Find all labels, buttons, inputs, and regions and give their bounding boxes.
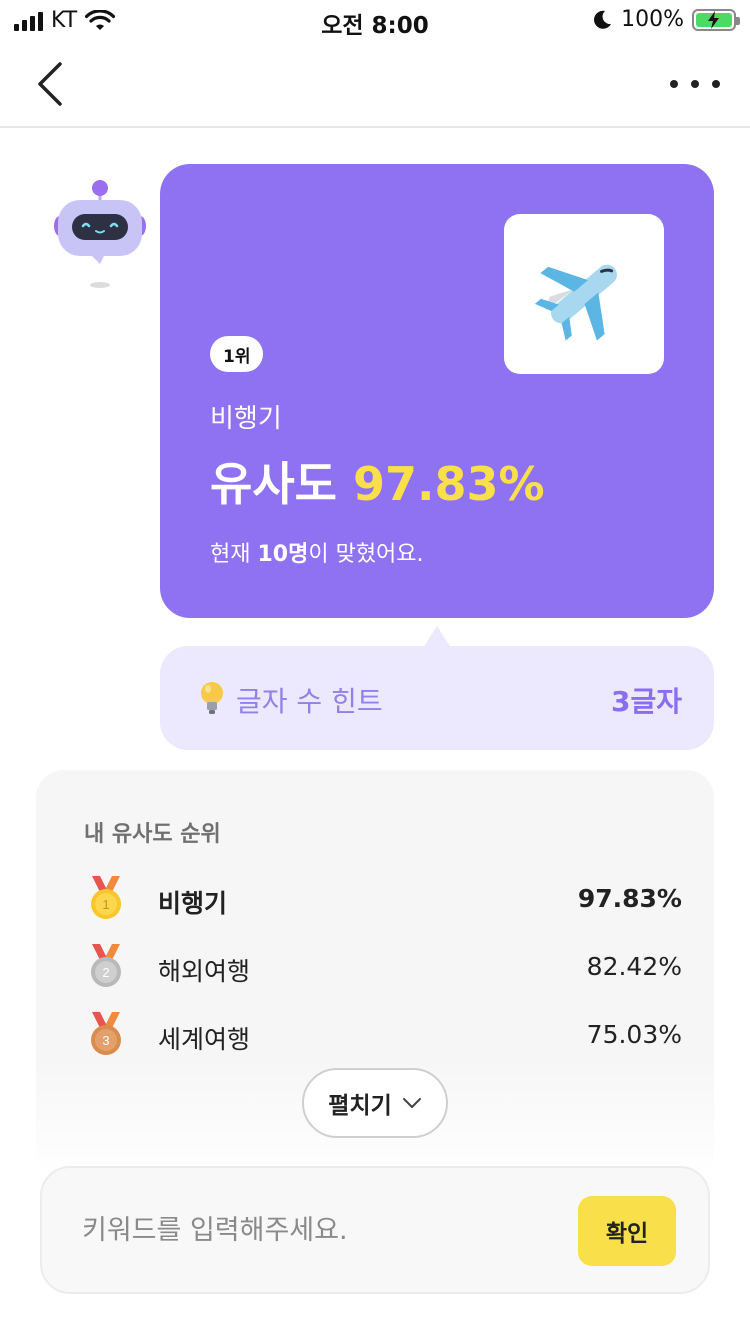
ranking-panel: 내 유사도 순위 1 비행기 97.83% 2 해외여행 82.42% 3 세계… bbox=[36, 770, 714, 1180]
answer-card: 1위 비행기 유사도 97.83% 현재 10명이 맞혔어요. bbox=[160, 164, 714, 618]
ranking-row: 2 해외여행 82.42% bbox=[84, 942, 682, 990]
robot-icon bbox=[54, 180, 146, 288]
status-bar: KT 오전 8:00 100% bbox=[0, 0, 750, 40]
svg-text:1: 1 bbox=[102, 897, 109, 912]
keyword-input[interactable] bbox=[82, 1202, 562, 1258]
status-right: 100% bbox=[591, 7, 740, 32]
nav-bar bbox=[0, 40, 750, 128]
silver-medal-icon: 2 bbox=[91, 944, 121, 987]
ranking-title: 내 유사도 순위 bbox=[84, 822, 221, 847]
airplane-icon bbox=[534, 264, 617, 341]
answer-word: 비행기 bbox=[210, 404, 282, 434]
keyword-input-bar: 확인 bbox=[40, 1166, 710, 1294]
solvers-count: 10명 bbox=[257, 542, 309, 567]
ranking-word: 해외여행 bbox=[158, 957, 251, 986]
hint-value: 3글자 bbox=[610, 685, 682, 718]
ranking-row: 3 세계여행 75.03% bbox=[84, 1010, 682, 1058]
expand-button[interactable]: 펼치기 bbox=[302, 1068, 448, 1138]
chevron-left-icon bbox=[38, 62, 62, 106]
hint-bar[interactable]: 글자 수 힌트 3글자 bbox=[160, 646, 714, 750]
battery-percent: 100% bbox=[621, 7, 684, 32]
lightbulb-icon bbox=[201, 682, 223, 714]
similarity-line: 유사도 97.83% bbox=[210, 448, 545, 514]
bronze-medal-icon: 3 bbox=[91, 1012, 121, 1055]
svg-text:2: 2 bbox=[102, 965, 109, 980]
more-horizontal-icon bbox=[670, 80, 678, 88]
word-image bbox=[504, 214, 664, 374]
hint-label: 글자 수 힌트 bbox=[236, 685, 383, 718]
similarity-label: 유사도 bbox=[210, 457, 353, 511]
moon-icon bbox=[594, 10, 612, 29]
ranking-similarity: 75.03% bbox=[586, 1020, 682, 1049]
solvers-prefix: 현재 bbox=[210, 542, 258, 567]
ranking-similarity: 82.42% bbox=[586, 952, 682, 981]
gold-medal-icon: 1 bbox=[91, 876, 121, 919]
solvers-text: 현재 10명이 맞혔어요. bbox=[210, 536, 424, 568]
back-button[interactable] bbox=[30, 60, 74, 108]
similarity-value: 97.83% bbox=[352, 457, 545, 511]
more-button[interactable] bbox=[670, 70, 720, 98]
expand-label: 펼치기 bbox=[328, 1093, 392, 1119]
svg-text:3: 3 bbox=[102, 1033, 109, 1048]
chevron-down-icon bbox=[402, 1098, 421, 1108]
ranking-similarity: 97.83% bbox=[577, 884, 682, 913]
solvers-suffix: 이 맞혔어요. bbox=[308, 542, 424, 567]
ranking-word: 비행기 bbox=[158, 889, 228, 918]
hint-notch bbox=[423, 626, 451, 648]
battery-charging-icon bbox=[692, 8, 740, 31]
ranking-word: 세계여행 bbox=[158, 1025, 251, 1054]
ranking-row: 1 비행기 97.83% bbox=[84, 874, 682, 922]
confirm-button[interactable]: 확인 bbox=[578, 1196, 676, 1266]
rank-badge: 1위 bbox=[210, 336, 264, 372]
